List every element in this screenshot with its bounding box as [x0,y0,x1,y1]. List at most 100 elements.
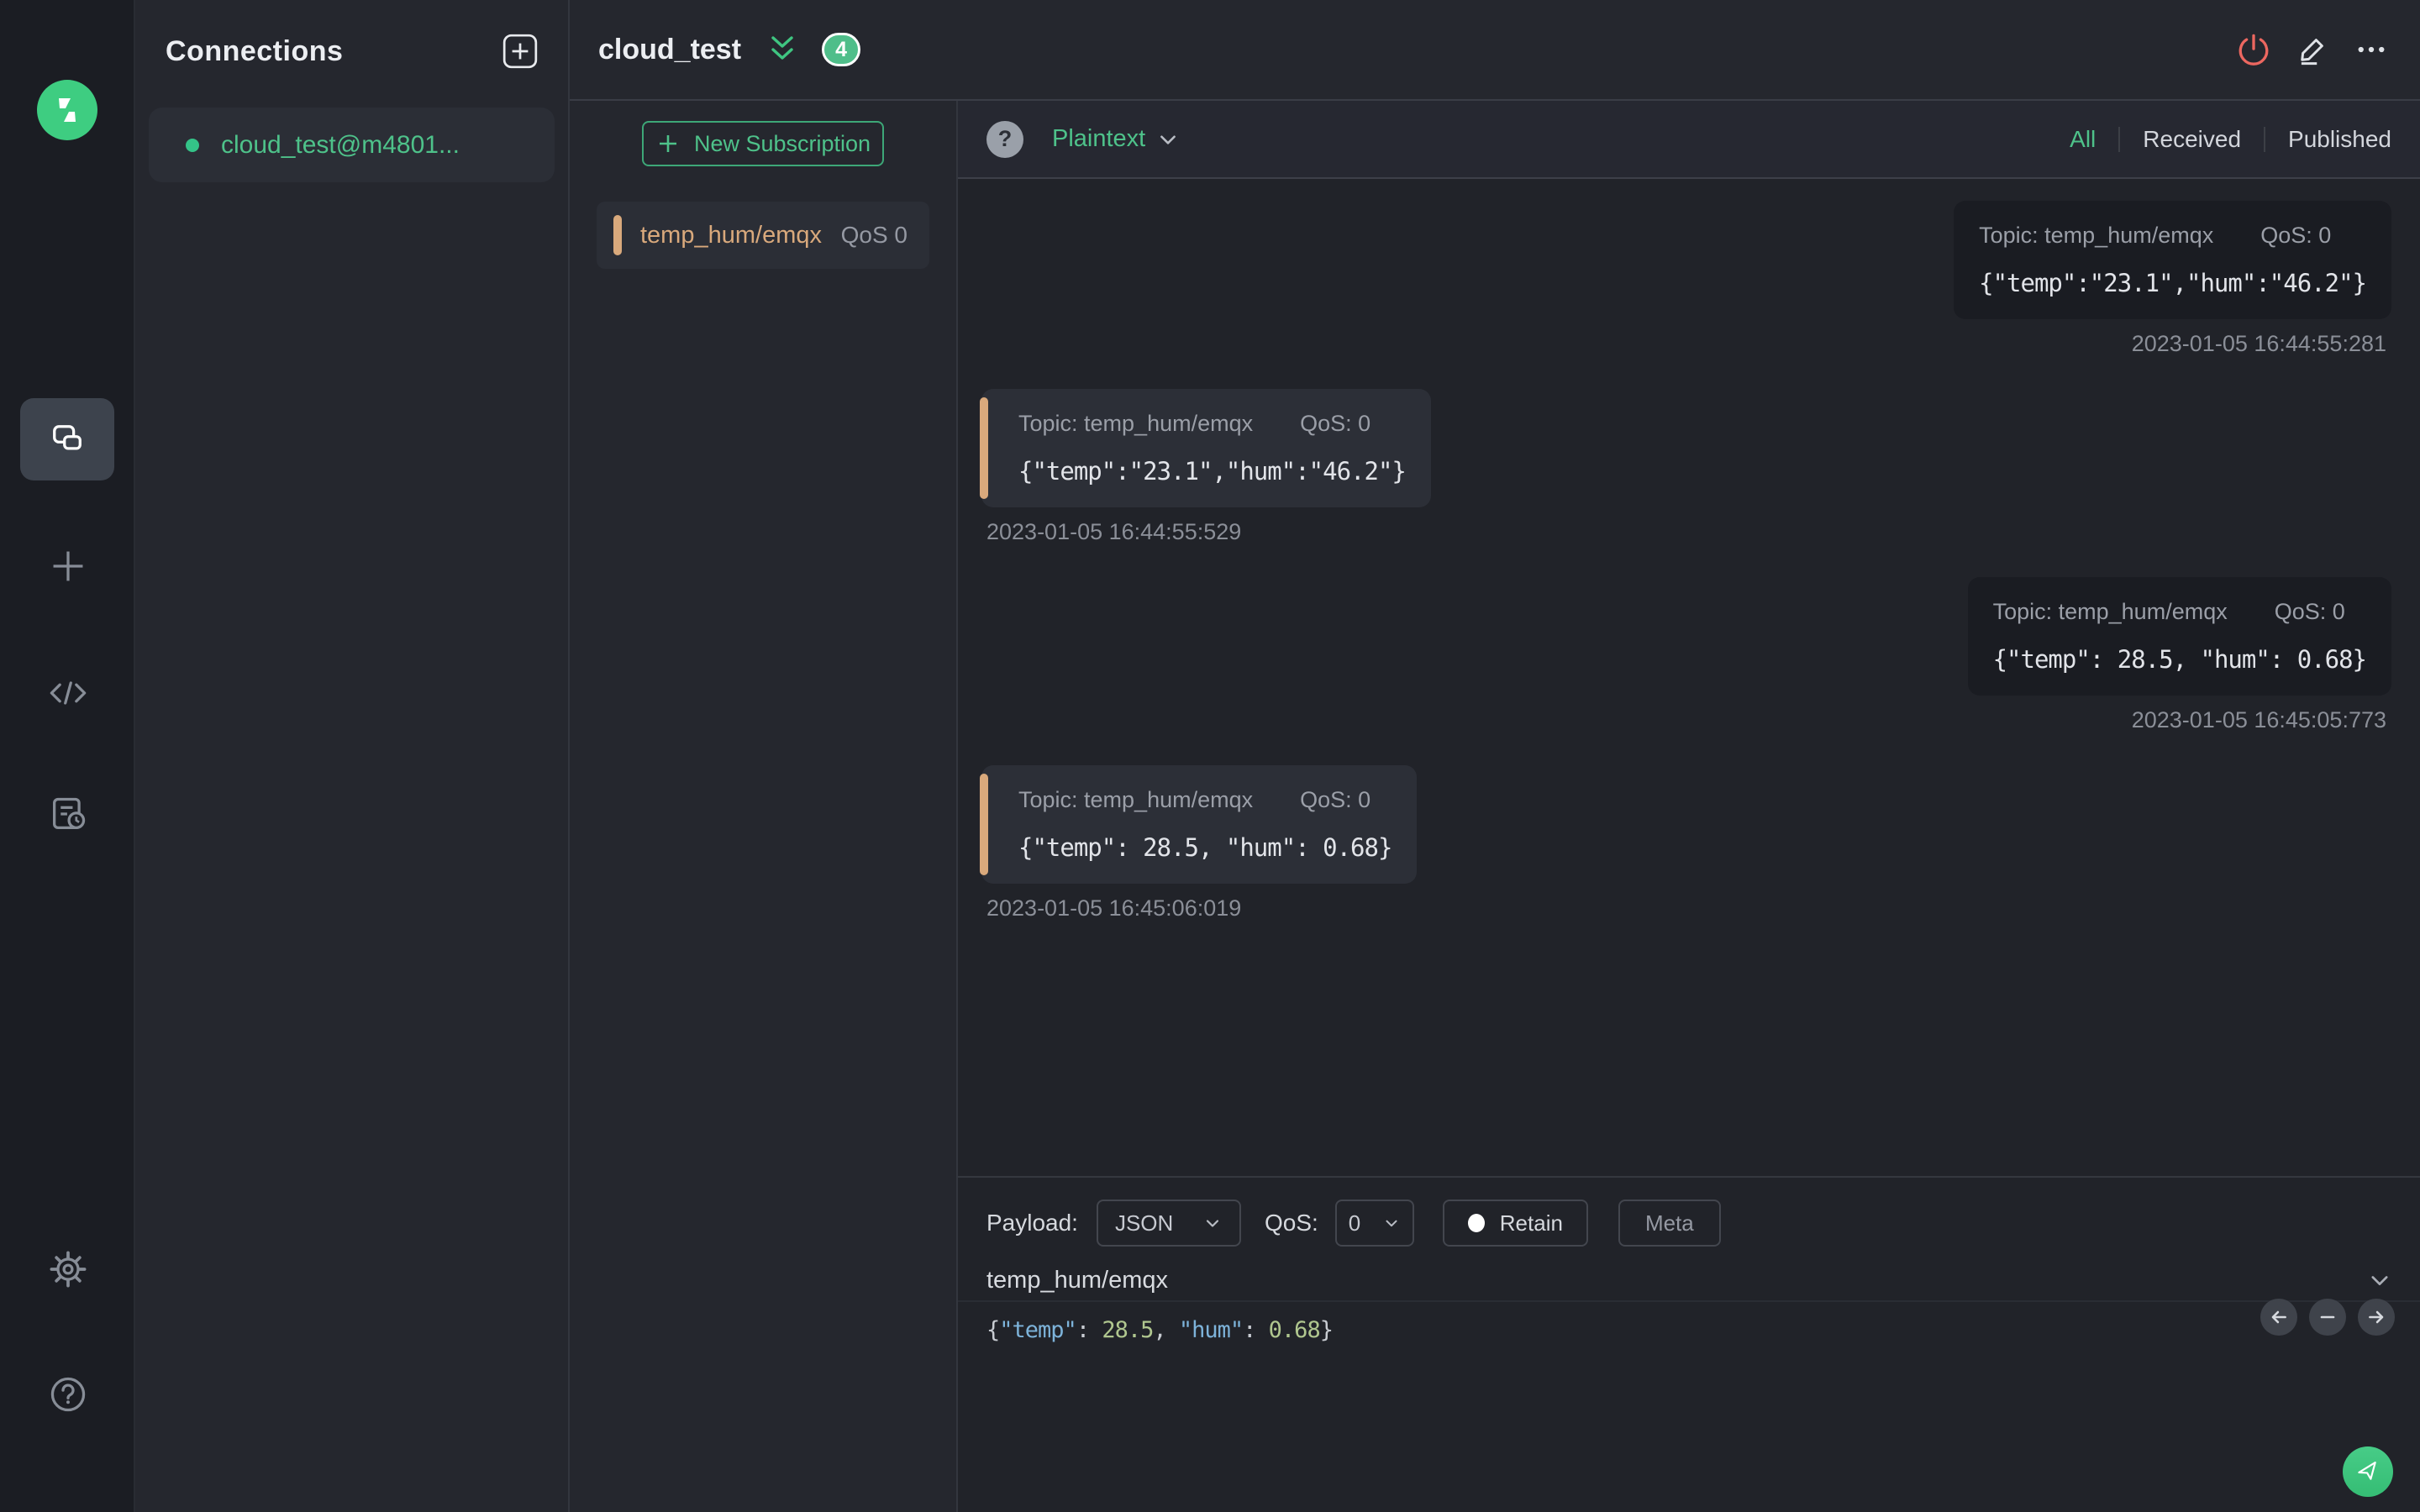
message-meta: Topic: temp_hum/emqx QoS: 0 [1018,411,1406,437]
message-bubble[interactable]: Topic: temp_hum/emqx QoS: 0 {"temp":"23.… [980,389,1431,507]
qos-label: QoS: [1264,1210,1318,1236]
message-bubble[interactable]: Topic: temp_hum/emqx QoS: 0 {"temp": 28.… [1967,577,2391,696]
message-format-select[interactable]: Plaintext [1052,125,1179,153]
help-icon [50,1377,85,1412]
topic-input[interactable]: temp_hum/emqx [986,1267,1168,1294]
filter-divider [2264,126,2266,152]
publish-toolbar: Payload: JSON QoS: 0 Retain Meta [958,1178,2420,1247]
collapse-editor-chevron-icon[interactable] [2368,1268,2391,1292]
payload-token: } [1319,1317,1334,1343]
message-timestamp: 2023-01-05 16:44:55:529 [986,519,1242,544]
payload-editor[interactable]: {"temp": 28.5, "hum": 0.68} [958,1302,2420,1358]
filter-divider [2118,126,2121,152]
meta-label: Meta [1644,1210,1694,1236]
workspace: New Subscription temp_hum/emqx QoS 0 ? P… [570,101,2420,1512]
chevron-down-icon [1206,1220,1219,1227]
history-forward-button[interactable] [2358,1299,2395,1336]
qos-select[interactable]: 0 [1334,1200,1414,1247]
payload-token: "temp" [999,1317,1077,1343]
code-icon [50,681,86,705]
message-topic: Topic: temp_hum/emqx [1018,787,1254,812]
sidebar-item-connections[interactable] [20,398,114,480]
send-message-button[interactable] [2343,1446,2393,1497]
message-topic: Topic: temp_hum/emqx [1018,411,1254,436]
history-back-button[interactable] [2260,1299,2297,1336]
payload-token: 0.68 [1268,1317,1321,1343]
add-connection-button[interactable] [501,32,539,71]
payload-token: { [986,1317,1000,1343]
payload-help-icon[interactable]: ? [986,120,1023,158]
message-bubble[interactable]: Topic: temp_hum/emqx QoS: 0 {"temp": 28.… [979,765,1418,884]
more-options-button[interactable] [2353,31,2390,68]
publish-composer: Payload: JSON QoS: 0 Retain Meta temp_hu… [958,1176,2420,1512]
arrow-right-icon [2369,1310,2384,1324]
subscription-item[interactable]: temp_hum/emqx QoS 0 [597,202,929,269]
connection-header: cloud_test 4 [570,0,2420,101]
disconnect-button[interactable] [2235,31,2272,68]
filter-received[interactable]: Received [2143,126,2241,153]
messages-panel: ? Plaintext All Received Published Topic… [958,101,2420,1512]
message-meta: Topic: temp_hum/emqx QoS: 0 [1979,223,2366,249]
message-payload: {"temp":"23.1","hum":"46.2"} [1979,269,2367,297]
sidebar-item-settings[interactable] [0,1249,135,1289]
payload-format-label: Payload: [986,1210,1078,1236]
message-list: Topic: temp_hum/emqx QoS: 0 {"temp":"23.… [958,179,2420,1176]
message-timestamp: 2023-01-05 16:45:05:773 [2131,707,2386,732]
log-icon [52,797,85,829]
filter-published[interactable]: Published [2288,126,2391,153]
gear-icon [50,1251,86,1288]
message-payload: {"temp":"23.1","hum":"46.2"} [1018,457,1407,486]
message-payload: {"temp": 28.5, "hum": 0.68} [1018,833,1392,862]
connection-list-item[interactable]: cloud_test@m4801... [149,108,555,182]
plus-square-icon [502,34,538,69]
sidebar-item-new-connection[interactable] [0,546,135,586]
history-navigation [2260,1299,2395,1336]
ellipsis-icon [2358,46,2385,53]
message-published: Topic: temp_hum/emqx QoS: 0 {"temp":"23.… [981,201,2391,357]
message-received: Topic: temp_hum/emqx QoS: 0 {"temp": 28.… [979,765,2391,921]
payload-token: : [1076,1317,1102,1343]
main-column: cloud_test 4 New Subscription temp_hum/e… [570,0,2420,1512]
payload-token: 28.5 [1102,1317,1154,1343]
collapse-panel-button[interactable] [766,33,798,66]
subscription-color-bar [613,215,622,255]
page-title: cloud_test [598,33,742,66]
nav-rail [0,0,135,1512]
double-chevron-down-icon [771,36,793,60]
topic-input-row: temp_hum/emqx [958,1260,2420,1302]
meta-button[interactable]: Meta [1618,1200,1721,1247]
subscriptions-panel: New Subscription temp_hum/emqx QoS 0 [570,101,958,1512]
message-timestamp: 2023-01-05 16:44:55:281 [2131,331,2386,356]
message-meta: Topic: temp_hum/emqx QoS: 0 [1993,599,2366,625]
message-topic: Topic: temp_hum/emqx [1992,599,2228,624]
qos-value: 0 [1348,1210,1361,1236]
retain-toggle[interactable]: Retain [1442,1200,1588,1247]
new-subscription-label: New Subscription [693,130,871,156]
subscription-topic: temp_hum/emqx [640,221,822,249]
message-qos: QoS: 0 [1300,411,1371,436]
sidebar-item-help[interactable] [0,1374,135,1415]
filter-all[interactable]: All [2070,126,2096,153]
paper-plane-icon [2358,1462,2376,1480]
connections-icon [53,425,82,450]
payload-token: "hum" [1178,1317,1244,1343]
message-meta: Topic: temp_hum/emqx QoS: 0 [1018,787,1392,813]
connections-title: Connections [166,34,344,67]
message-topic: Topic: temp_hum/emqx [1979,223,2214,248]
message-qos: QoS: 0 [2274,599,2345,624]
subscription-qos: QoS 0 [840,222,908,248]
minus-icon [2320,1315,2335,1319]
edit-connection-button[interactable] [2294,31,2331,68]
new-subscription-button[interactable]: New Subscription [642,121,884,166]
sidebar-item-script[interactable] [0,673,135,713]
history-clear-button[interactable] [2309,1299,2346,1336]
mqttx-app: Connections cloud_test@m4801... cloud_te… [0,0,2420,1512]
message-payload: {"temp": 28.5, "hum": 0.68} [1992,645,2367,674]
payload-format-select[interactable]: JSON [1096,1200,1241,1247]
arrow-left-icon [2271,1310,2286,1324]
message-qos: QoS: 0 [2260,223,2332,248]
sidebar-item-log[interactable] [0,794,135,834]
retain-indicator-dot [1467,1214,1485,1232]
connected-status-dot [186,138,199,152]
message-bubble[interactable]: Topic: temp_hum/emqx QoS: 0 {"temp":"23.… [1954,201,2391,319]
